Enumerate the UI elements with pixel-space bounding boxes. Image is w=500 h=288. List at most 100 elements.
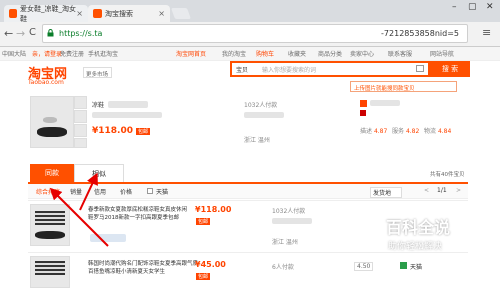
search-input[interactable]: 输入你想要搜索的词 xyxy=(262,65,316,74)
watermark-logo xyxy=(354,214,382,242)
customer-service-link[interactable]: 联系客服 xyxy=(388,49,412,58)
site-top-nav: 中国大陆 亲，请登录 免费注册 手机逛淘宝 淘宝网首页 我的淘宝 购物车 收藏夹… xyxy=(0,47,500,61)
browser-tab-bar: 爱女鞋_凉鞋_淘女鞋 × 淘宝搜索 × – ▢ ✕ xyxy=(0,0,500,23)
taobao-favicon xyxy=(93,9,102,18)
shop-name-blurred xyxy=(244,112,284,118)
reload-button[interactable]: C xyxy=(29,27,36,38)
address-bar[interactable]: https://s.ta -7212853858nid=5 xyxy=(42,24,468,43)
my-taobao-link[interactable]: 我的淘宝 xyxy=(222,49,246,58)
shop-badge-icon xyxy=(360,100,367,107)
result-divider xyxy=(28,252,468,253)
product-title-blurred xyxy=(108,101,148,108)
taobao-favicon xyxy=(9,9,18,18)
rank-icon xyxy=(360,110,366,116)
rating-description-value: 4.87 xyxy=(373,128,388,135)
sort-credit[interactable]: 信用 xyxy=(94,187,106,196)
camera-icon[interactable] xyxy=(416,65,424,72)
rating-logistics: 物流 4.84 xyxy=(424,126,451,135)
product-thumbnail-3[interactable] xyxy=(74,124,87,137)
result-1-image[interactable] xyxy=(30,204,70,246)
categories-link[interactable]: 商品分类 xyxy=(318,49,342,58)
result-1-location: 浙江 温州 xyxy=(272,239,298,246)
result-1-sales: 1032人付款 xyxy=(272,208,306,215)
ship-from-dropdown[interactable]: 发货地 xyxy=(370,187,403,198)
sort-default[interactable]: 综合排序 xyxy=(36,187,60,196)
tmall-filter-label[interactable]: 天猫 xyxy=(156,187,168,196)
result-2-title[interactable]: 韩国时尚潮代购名门配饰凉鞋女夏季高跟气质百搭鱼嘴凉鞋小清新夏天女学生 xyxy=(88,260,198,276)
result-1-price: ¥118.00 xyxy=(195,205,232,214)
region-link[interactable]: 中国大陆 xyxy=(2,49,26,58)
search-category[interactable]: 宝贝 xyxy=(236,65,248,74)
maximize-button[interactable]: ▢ xyxy=(468,2,477,12)
free-shipping-badge: 包邮 xyxy=(136,128,151,135)
search-button[interactable]: 搜 索 xyxy=(430,61,470,77)
back-button[interactable]: ← xyxy=(4,27,13,40)
tmall-checkbox[interactable] xyxy=(147,188,153,194)
site-map-link[interactable]: 网站导航 xyxy=(430,49,454,58)
watermark-title: 百科全说 xyxy=(386,218,451,237)
result-divider xyxy=(28,200,468,201)
rating-description-label: 描述 xyxy=(360,128,373,135)
register-link[interactable]: 免费注册 xyxy=(60,49,84,58)
result-2-price: ¥45.00 xyxy=(195,260,226,269)
result-2-tmall[interactable]: 天猫 xyxy=(410,262,422,271)
url-text: https://s.ta xyxy=(59,29,103,38)
result-2-shop-icon xyxy=(400,262,407,269)
result-1-badge: 包邮 xyxy=(196,218,211,225)
product-sales: 1032人付款 xyxy=(244,102,278,109)
result-1-shop-blurred xyxy=(272,218,312,224)
product-main-image[interactable] xyxy=(30,96,74,148)
taobao-logo-subtitle: Taobao.com xyxy=(28,79,64,86)
seller-center-link[interactable]: 卖家中心 xyxy=(350,49,374,58)
rating-service-label: 服务 xyxy=(392,128,405,135)
rating-service-value: 4.82 xyxy=(405,128,420,135)
tab-same-style[interactable]: 同款 xyxy=(30,164,74,182)
taobao-home-link[interactable]: 淘宝网首页 xyxy=(176,49,206,58)
minimize-button[interactable]: – xyxy=(452,2,457,12)
more-market-dropdown[interactable]: 更多市场 xyxy=(83,67,112,78)
prev-page-button[interactable]: < xyxy=(424,187,429,194)
forward-button[interactable]: → xyxy=(16,27,25,40)
rating-logistics-value: 4.84 xyxy=(437,128,452,135)
result-2-image[interactable] xyxy=(30,256,70,288)
result-2-badge: 包邮 xyxy=(196,273,211,280)
sort-price[interactable]: 价格 xyxy=(120,187,132,196)
browser-tab-2[interactable]: 淘宝搜索 × xyxy=(88,5,170,22)
login-link[interactable]: 亲，请登录 xyxy=(32,49,62,58)
browser-tab-1[interactable]: 爱女鞋_凉鞋_淘女鞋 × xyxy=(4,5,88,23)
product-thumbnail-4[interactable] xyxy=(74,138,87,148)
lock-icon xyxy=(47,29,54,37)
mobile-taobao-link[interactable]: 手机逛淘宝 xyxy=(88,49,118,58)
tab-similar[interactable]: 相似 xyxy=(74,164,124,182)
result-2-shop-rating: 4.50 xyxy=(354,262,374,271)
result-count: 共有40件宝贝 xyxy=(430,172,465,178)
product-title-blurred-2 xyxy=(92,112,162,118)
product-thumbnail-1[interactable] xyxy=(74,96,87,109)
shop-title-blurred xyxy=(370,100,400,106)
close-tab-icon[interactable]: × xyxy=(76,9,83,18)
url-tail-text: -7212853858nid=5 xyxy=(381,29,459,38)
rating-service: 服务 4.82 xyxy=(392,126,419,135)
sort-sales[interactable]: 销量 xyxy=(70,187,82,196)
menu-icon[interactable]: ≡ xyxy=(482,26,491,39)
favorites-link[interactable]: 收藏夹 xyxy=(288,49,306,58)
product-title[interactable]: 凉鞋 xyxy=(92,100,104,109)
close-window-button[interactable]: ✕ xyxy=(486,2,494,12)
browser-tab-2-title: 淘宝搜索 xyxy=(105,9,133,18)
search-box[interactable]: 宝贝 输入你想要搜索的词 xyxy=(230,61,430,77)
close-tab-icon[interactable]: × xyxy=(158,9,165,18)
result-1-title[interactable]: 春季新款女夏款厚底松糕凉鞋女真皮休闲鞋罗马2018新款一字扣高跟夏季包邮 xyxy=(88,206,188,222)
next-page-button[interactable]: > xyxy=(456,187,461,194)
page-indicator: 1/1 xyxy=(437,187,447,194)
result-1-blurred xyxy=(90,234,126,242)
rating-logistics-label: 物流 xyxy=(424,128,437,135)
watermark-subtitle: 助你轻松解决 xyxy=(388,242,443,252)
result-2-sales: 6人付款 xyxy=(272,264,294,271)
rating-description: 描述 4.87 xyxy=(360,126,387,135)
product-location: 浙江 温州 xyxy=(244,137,270,144)
product-thumbnail-2[interactable] xyxy=(74,110,87,123)
cart-link[interactable]: 购物车 xyxy=(256,49,274,58)
upload-image-tip: 上传图片就能搜同款宝贝 xyxy=(350,81,457,92)
browser-toolbar: ← → C https://s.ta -7212853858nid=5 ≡ xyxy=(0,22,500,47)
new-tab-button[interactable] xyxy=(170,8,192,19)
